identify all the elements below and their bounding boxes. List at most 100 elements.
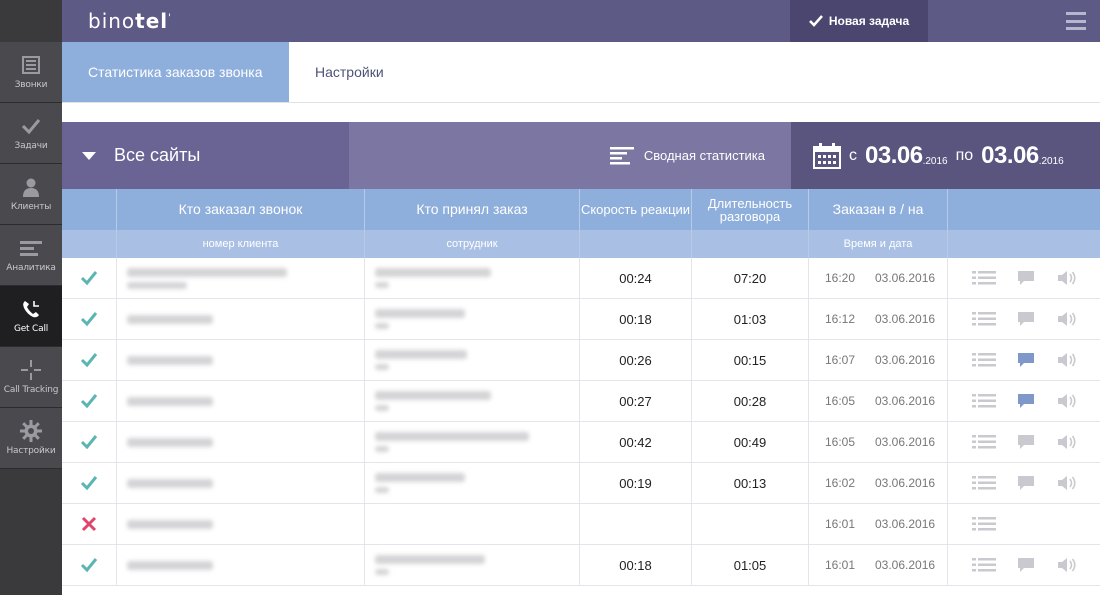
ordered-at-cell: 16:01 03.06.2016 xyxy=(809,504,948,544)
sidebar-item-get-call[interactable]: Get Call xyxy=(0,286,62,347)
table-row[interactable]: 00:18 01:05 16:01 03.06.2016 xyxy=(62,545,1100,586)
details-list-icon[interactable] xyxy=(972,392,996,410)
duration-cell: 01:05 xyxy=(692,545,809,585)
binotel-logo[interactable]: binotel' xyxy=(88,9,172,33)
table-row[interactable]: 00:18 01:03 16:12 03.06.2016 xyxy=(62,299,1100,340)
actions-cell xyxy=(948,340,1100,380)
details-list-icon[interactable] xyxy=(972,433,996,451)
client-cell[interactable] xyxy=(117,422,365,462)
details-list-icon[interactable] xyxy=(972,515,996,533)
sidebar-item-label: Звонки xyxy=(14,80,48,90)
crosshair-icon xyxy=(20,359,42,381)
table-row[interactable]: 00:24 07:20 16:20 03.06.2016 xyxy=(62,258,1100,299)
comment-bubble-icon[interactable] xyxy=(1014,556,1038,574)
employee-info xyxy=(365,555,485,575)
client-info xyxy=(117,560,213,570)
summary-lines-icon xyxy=(609,146,634,164)
new-task-button[interactable]: Новая задача xyxy=(790,0,928,42)
date-range-picker[interactable]: с 03.06 .2016 по 03.06 .2016 xyxy=(791,122,1100,189)
sidebar-item-call-tracking[interactable]: Call Tracking xyxy=(0,347,62,408)
table-subheader: номер клиента сотрудник Время и дата xyxy=(62,230,1100,258)
status-ok-check-icon xyxy=(80,271,98,286)
menu-hamburger-icon[interactable] xyxy=(1066,12,1086,30)
table-row[interactable]: 00:27 00:28 16:05 03.06.2016 xyxy=(62,381,1100,422)
status-ok-check-icon xyxy=(80,353,98,368)
table-row[interactable]: 00:26 00:15 16:07 03.06.2016 xyxy=(62,340,1100,381)
speed-cell: 00:27 xyxy=(580,381,692,421)
header-speed: Скорость реакции xyxy=(580,189,692,230)
audio-speaker-icon[interactable] xyxy=(1056,556,1080,574)
status-cell xyxy=(62,545,117,585)
sidebar-item-tasks[interactable]: Задачи xyxy=(0,103,62,164)
sidebar-item-clients[interactable]: Клиенты xyxy=(0,164,62,225)
audio-speaker-icon[interactable] xyxy=(1056,351,1080,369)
client-cell[interactable] xyxy=(117,463,365,503)
client-cell[interactable] xyxy=(117,545,365,585)
comment-bubble-icon[interactable] xyxy=(1014,474,1038,492)
order-time: 16:02 xyxy=(825,476,856,490)
order-date: 03.06.2016 xyxy=(875,476,936,490)
sidebar-item-analytics[interactable]: Аналитика xyxy=(0,225,62,286)
client-number-blurred xyxy=(127,281,187,289)
order-date: 03.06.2016 xyxy=(875,271,936,285)
ordered-at-cell: 16:02 03.06.2016 xyxy=(809,463,948,503)
employee-ext-blurred xyxy=(375,364,389,370)
status-cell xyxy=(62,299,117,339)
comment-bubble-icon[interactable] xyxy=(1014,392,1038,410)
audio-speaker-icon[interactable] xyxy=(1056,269,1080,287)
employee-info xyxy=(365,391,491,411)
details-list-icon[interactable] xyxy=(972,556,996,574)
employee-cell xyxy=(365,504,580,544)
table-header: Кто заказал звонок Кто принял заказ Скор… xyxy=(62,189,1100,230)
details-list-icon[interactable] xyxy=(972,269,996,287)
client-cell[interactable] xyxy=(117,340,365,380)
logo-mark: ' xyxy=(168,12,172,24)
table-row[interactable]: 00:42 00:49 16:05 03.06.2016 xyxy=(62,422,1100,463)
site-selector[interactable]: Все сайты xyxy=(62,122,349,189)
comment-bubble-icon[interactable] xyxy=(1014,433,1038,451)
date-to-year: .2016 xyxy=(1038,156,1064,167)
comment-bubble-icon[interactable] xyxy=(1014,269,1038,287)
employee-info xyxy=(365,268,491,288)
comment-bubble-icon[interactable] xyxy=(1014,351,1038,369)
header-who-ordered: Кто заказал звонок xyxy=(117,189,365,230)
details-list-icon[interactable] xyxy=(972,310,996,328)
sidebar-item-calls[interactable]: Звонки xyxy=(0,42,62,103)
tab-call-order-stats[interactable]: Статистика заказов звонка xyxy=(62,42,289,102)
details-list-icon[interactable] xyxy=(972,474,996,492)
details-list-icon[interactable] xyxy=(972,351,996,369)
client-info xyxy=(117,519,213,529)
table-row[interactable]: 00:19 00:13 16:02 03.06.2016 xyxy=(62,463,1100,504)
client-cell[interactable] xyxy=(117,299,365,339)
order-time: 16:01 xyxy=(825,558,856,572)
client-cell[interactable] xyxy=(117,258,365,298)
audio-speaker-icon[interactable] xyxy=(1056,392,1080,410)
client-cell[interactable] xyxy=(117,504,365,544)
audio-speaker-icon[interactable] xyxy=(1056,433,1080,451)
client-info xyxy=(117,437,213,447)
duration-cell xyxy=(692,504,809,544)
audio-speaker-icon[interactable] xyxy=(1056,474,1080,492)
tab-settings[interactable]: Настройки xyxy=(289,42,410,102)
status-cell xyxy=(62,504,117,544)
phone-icon xyxy=(20,298,42,320)
client-name-blurred xyxy=(127,267,287,277)
summary-stats-button[interactable]: Сводная статистика xyxy=(349,122,791,189)
client-cell[interactable] xyxy=(117,381,365,421)
duration-cell: 07:20 xyxy=(692,258,809,298)
employee-ext-blurred xyxy=(375,446,389,452)
audio-speaker-icon[interactable] xyxy=(1056,310,1080,328)
comment-bubble-icon[interactable] xyxy=(1014,310,1038,328)
table-row[interactable]: 16:01 03.06.2016 xyxy=(62,504,1100,545)
client-info xyxy=(117,396,213,406)
employee-cell xyxy=(365,299,580,339)
sidebar-item-label: Call Tracking xyxy=(3,385,59,395)
subheader-time-date: Время и дата xyxy=(809,230,948,258)
subheader-client-number: номер клиента xyxy=(117,230,365,258)
employee-info xyxy=(365,432,529,452)
order-date: 03.06.2016 xyxy=(875,312,936,326)
speed-cell: 00:19 xyxy=(580,463,692,503)
summary-stats-label: Сводная статистика xyxy=(643,148,765,163)
employee-name-blurred xyxy=(375,473,465,482)
sidebar-item-settings[interactable]: Настройки xyxy=(0,408,62,469)
